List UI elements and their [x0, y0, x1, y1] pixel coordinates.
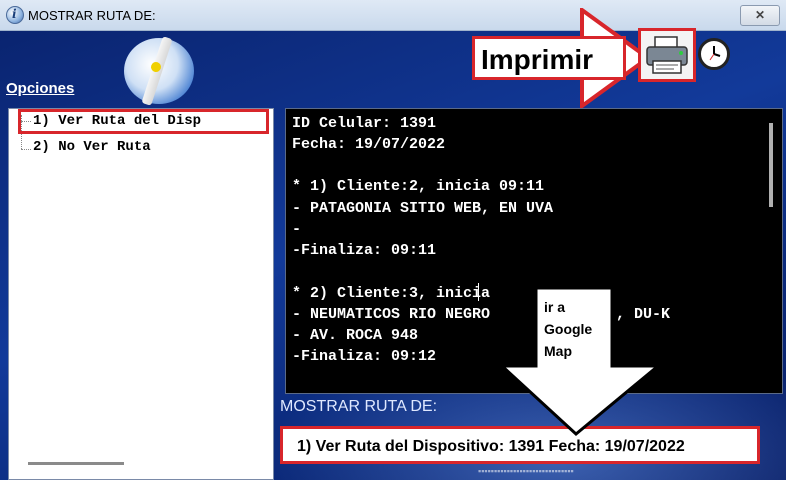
console-line: - AV. ROCA 948 — [292, 327, 419, 344]
horizontal-scrollbar[interactable] — [28, 462, 124, 465]
console-line: - — [292, 221, 302, 238]
app-icon: i — [6, 6, 24, 24]
printer-button[interactable] — [638, 28, 696, 82]
tree-branch — [21, 149, 31, 150]
clock-button[interactable] — [698, 38, 730, 70]
tree-item-no-ver-ruta[interactable]: 2) No Ver Ruta — [33, 139, 151, 155]
main-window: i MOSTRAR RUTA DE: ✕ Opciones 1) Ver Rut… — [0, 0, 786, 480]
google-map-annotation-line: Map — [544, 343, 572, 359]
footer-text: ▪▪▪▪▪▪▪▪▪▪▪▪▪▪▪▪▪▪▪▪▪▪▪▪▪▪▪▪▪▪ — [478, 466, 574, 476]
route-panel-label: MOSTRAR RUTA DE: — [280, 398, 438, 415]
console-line: ID Celular: 1391 — [292, 115, 437, 132]
text-caret — [478, 283, 479, 301]
title-bar: i MOSTRAR RUTA DE: ✕ — [0, 0, 786, 31]
console-line: * 2) Cliente:3, inicia — [292, 285, 491, 302]
print-annotation-label: Imprimir — [481, 44, 594, 75]
options-heading: Opciones — [6, 80, 75, 97]
console-line: -Finaliza: 09:11 — [292, 242, 437, 259]
options-tree[interactable]: 1) Ver Ruta del Disp 2) No Ver Ruta — [8, 108, 274, 480]
route-summary-text: 1) Ver Ruta del Dispositivo: 1391 Fecha:… — [297, 438, 685, 455]
print-annotation-box: Imprimir — [472, 36, 626, 80]
google-map-annotation-line: ir a — [544, 299, 566, 315]
highlight-selected-item — [18, 109, 269, 134]
console-line: * 1) Cliente:2, inicia 09:11 — [292, 178, 545, 195]
console-line: - PATAGONIA SITIO WEB, EN UVA — [292, 200, 554, 217]
google-map-annotation-line: Google — [544, 321, 593, 337]
console-line: - NEUMATICOS RIO NEGRO — [292, 306, 491, 323]
printer-icon — [646, 36, 688, 74]
google-map-annotation: ir a Google Map — [544, 296, 592, 362]
close-button[interactable]: ✕ — [740, 5, 780, 26]
window-title: MOSTRAR RUTA DE: — [28, 8, 156, 23]
console-line: -Finaliza: 09:12 — [292, 348, 437, 365]
vertical-scrollbar[interactable] — [769, 123, 773, 207]
clock-icon — [703, 43, 725, 65]
console-line: Fecha: 19/07/2022 — [292, 136, 446, 153]
